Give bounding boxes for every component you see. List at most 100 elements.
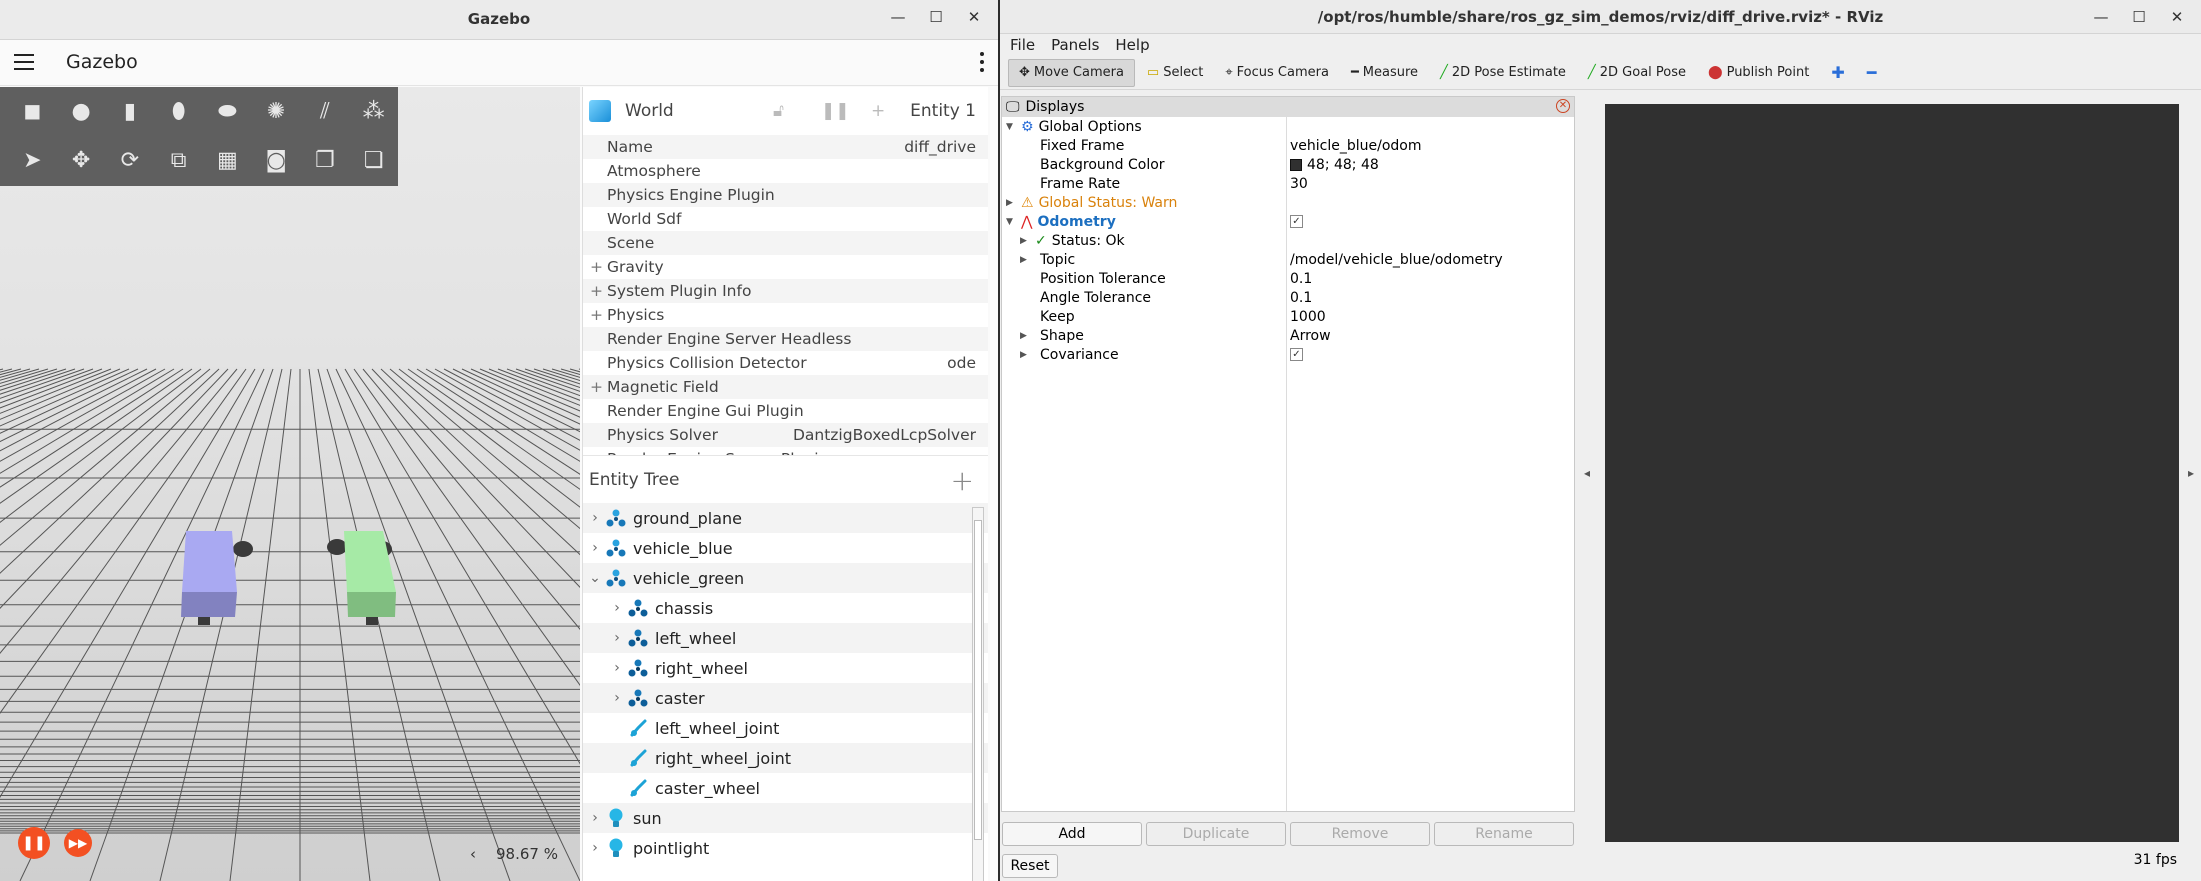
entity-tree-scrollbar[interactable] [972,507,984,881]
directional-light-icon[interactable]: ⫽ [301,92,350,132]
paste-icon[interactable]: ❏ [349,141,398,181]
capsule-shape-icon[interactable]: ⬮ [154,92,203,132]
chevron-right-icon[interactable]: › [609,600,625,616]
expand-plus-icon[interactable]: + [590,282,603,300]
entity-tree-item[interactable]: › pointlight [583,833,988,863]
remove-tool-button[interactable]: ━ [1857,59,1887,87]
chevron-right-icon[interactable]: › [587,540,603,556]
lock-icon[interactable]: 🔓︎ [773,101,784,121]
focus-camera-tool[interactable]: ⌖ Focus Camera [1215,59,1339,87]
expand-right-icon[interactable]: ▶ [1020,350,1030,360]
kebab-menu-icon[interactable] [980,52,986,76]
chevron-left-icon[interactable]: ‹ [470,845,476,863]
menu-file[interactable]: File [1010,36,1035,54]
component-property-row[interactable]: + System Plugin Info [583,279,988,303]
chevron-down-icon[interactable]: ⌄ [587,570,603,586]
entity-tree-item[interactable]: › vehicle_blue [583,533,988,563]
entity-tree-item[interactable]: right_wheel_joint [583,743,988,773]
hamburger-menu-icon[interactable] [14,54,34,75]
expand-right-icon[interactable]: ▶ [1020,331,1030,341]
add-display-button[interactable]: Add [1002,822,1142,846]
reset-button[interactable]: Reset [1002,854,1058,878]
minimize-icon[interactable]: — [2091,8,2111,26]
duplicate-display-button[interactable]: Duplicate [1146,822,1286,846]
expand-down-icon[interactable]: ▼ [1006,122,1016,132]
expand-plus-icon[interactable]: + [590,306,603,324]
display-property-row[interactable]: Angle Tolerance 0.1 [1002,288,1574,307]
display-property-value[interactable]: 0.1 [1290,271,1312,287]
display-property-value[interactable]: 1000 [1290,309,1326,325]
display-property-row[interactable]: Keep 1000 [1002,307,1574,326]
ellipsoid-shape-icon[interactable]: ⬬ [203,92,252,132]
display-property-row[interactable]: ▶ ⚠ Global Status: Warn [1002,193,1574,212]
entity-tree-item[interactable]: caster_wheel [583,773,988,803]
cylinder-shape-icon[interactable]: ▮ [106,92,155,132]
select-tool[interactable]: ▭ Select [1137,59,1213,87]
expand-right-icon[interactable]: ▶ [1020,255,1030,265]
box-shape-icon[interactable]: ◼ [8,92,57,132]
maximize-icon[interactable]: ☐ [2129,8,2149,26]
enabled-checkbox[interactable]: ✓ [1290,215,1303,228]
color-swatch[interactable] [1290,158,1302,171]
display-property-value[interactable]: 30 [1290,176,1308,192]
display-property-row[interactable]: ▶ Covariance ✓ [1002,345,1574,364]
chevron-right-icon[interactable]: › [587,840,603,856]
measure-tool[interactable]: ━ Measure [1341,59,1428,87]
display-property-row[interactable]: ▶ Shape Arrow [1002,326,1574,345]
menu-panels[interactable]: Panels [1051,36,1099,54]
chevron-right-icon[interactable]: › [609,630,625,646]
close-icon[interactable]: ✕ [964,8,984,26]
expand-right-icon[interactable]: ▶ [1006,198,1016,208]
expand-plus-icon[interactable]: + [590,378,603,396]
3d-render-view[interactable] [1605,104,2179,842]
sphere-shape-icon[interactable]: ● [57,92,106,132]
close-icon[interactable]: ✕ [2167,8,2187,26]
expand-plus-icon[interactable]: + [590,258,603,276]
translate-icon[interactable]: ✥ [57,141,106,181]
spot-light-icon[interactable]: ⁂ [349,92,398,132]
display-property-row[interactable]: Fixed Frame vehicle_blue/odom [1002,136,1574,155]
expand-down-icon[interactable]: ▼ [1006,217,1016,227]
collapse-right-icon[interactable]: ▸ [2188,466,2194,480]
goal-pose-tool[interactable]: ╱ 2D Goal Pose [1578,59,1696,87]
pose-estimate-tool[interactable]: ╱ 2D Pose Estimate [1430,59,1576,87]
chevron-right-icon[interactable]: › [609,690,625,706]
display-property-row[interactable]: Position Tolerance 0.1 [1002,269,1574,288]
move-camera-tool[interactable]: ✥ Move Camera [1008,58,1135,87]
enabled-checkbox[interactable]: ✓ [1290,348,1303,361]
display-property-value[interactable]: Arrow [1290,328,1331,344]
entity-tree-item[interactable]: › left_wheel [583,623,988,653]
screenshot-camera-icon[interactable]: ◙ [252,141,301,181]
entity-tree-item[interactable]: › sun [583,803,988,833]
minimize-icon[interactable]: — [888,8,908,26]
component-property-row[interactable]: + Gravity [583,255,988,279]
rename-display-button[interactable]: Rename [1434,822,1574,846]
display-property-value[interactable]: 48; 48; 48 [1307,157,1379,173]
select-arrow-icon[interactable]: ➤ [8,141,57,181]
add-icon[interactable]: + [871,101,885,121]
display-property-row[interactable]: Background Color 48; 48; 48 [1002,155,1574,174]
grid-snap-icon[interactable]: ▦ [203,141,252,181]
collapse-left-icon[interactable]: ◂ [1584,466,1590,480]
publish-point-tool[interactable]: ⬤ Publish Point [1698,59,1819,87]
3d-scene-viewport[interactable]: ◼ ● ▮ ⬮ ⬬ ✺ ⫽ ⁂ ➤ ✥ ⟳ ⧉ ▦ ◙ ❐ ❏ ❚❚ ▶▶ ‹ 9… [0,87,580,881]
display-property-row[interactable]: ▶ Topic/model/vehicle_blue/odometry [1002,250,1574,269]
pause-button[interactable]: ❚❚ [18,827,50,859]
transform-icon[interactable]: ⧉ [154,141,203,181]
entity-tree-item[interactable]: › caster [583,683,988,713]
display-property-row[interactable]: ▼ ⚙ Global Options [1002,117,1574,136]
display-property-value[interactable]: 0.1 [1290,290,1312,306]
entity-tree-item[interactable]: › ground_plane [583,503,988,533]
sun-light-icon[interactable]: ✺ [252,92,301,132]
maximize-icon[interactable]: ☐ [926,8,946,26]
entity-tree-item[interactable]: › right_wheel [583,653,988,683]
pause-updates-icon[interactable]: ❚❚ [821,101,850,121]
chevron-right-icon[interactable]: › [587,510,603,526]
entity-tree-item[interactable]: left_wheel_joint [583,713,988,743]
component-property-row[interactable]: + Physics [583,303,988,327]
chevron-right-icon[interactable]: › [609,660,625,676]
close-panel-icon[interactable]: ✕ [1556,99,1570,113]
remove-display-button[interactable]: Remove [1290,822,1430,846]
display-property-value[interactable]: vehicle_blue/odom [1290,138,1422,154]
add-entity-icon[interactable]: + [951,464,974,497]
